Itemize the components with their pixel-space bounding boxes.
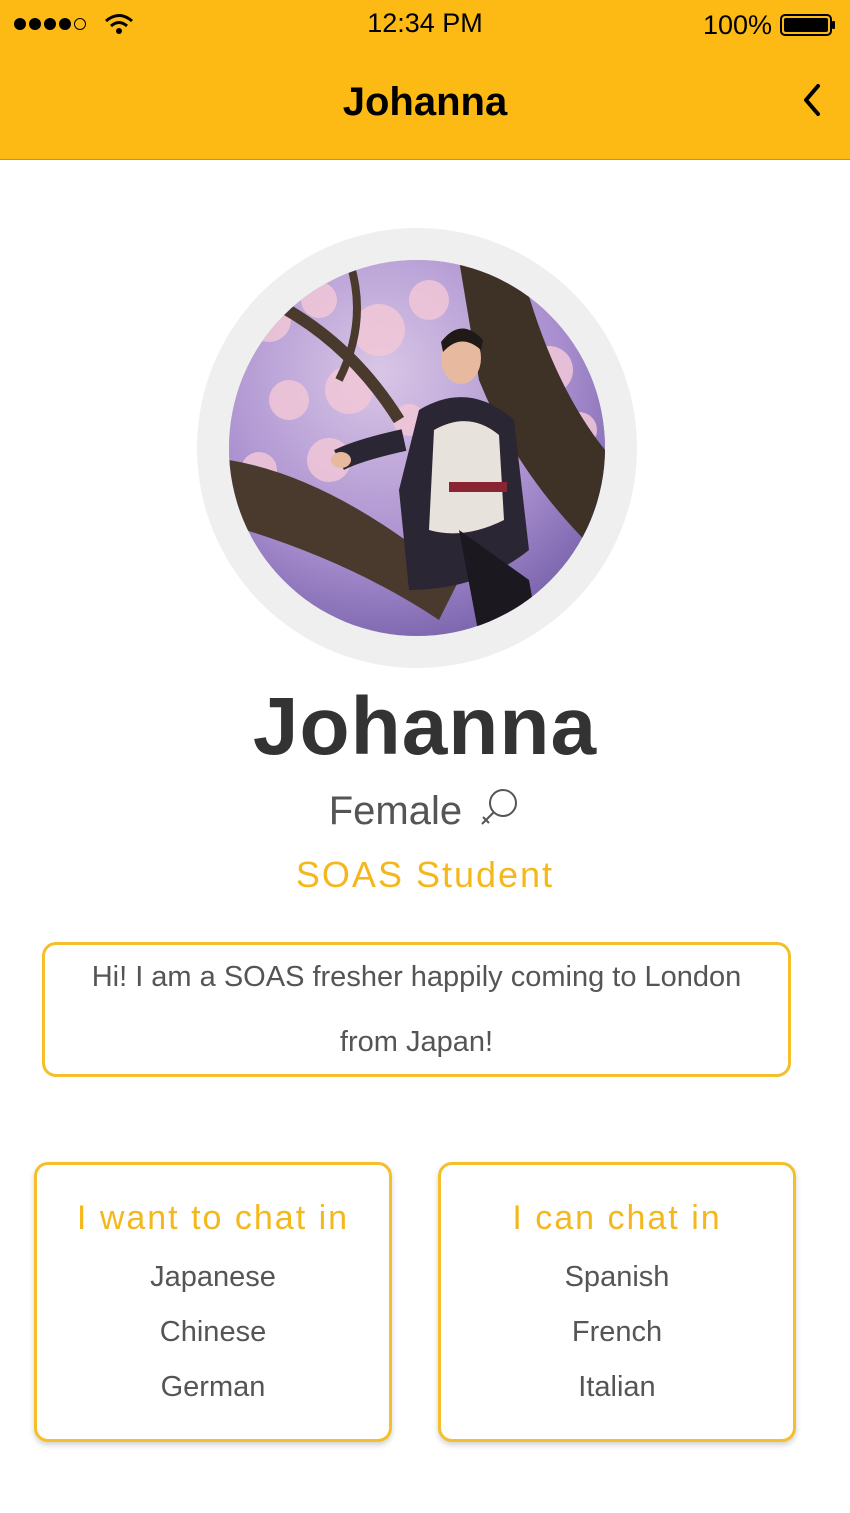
status-bar: 12:34 PM 100% [0, 0, 850, 52]
female-symbol-icon [481, 789, 518, 825]
chevron-left-icon[interactable] [798, 80, 828, 120]
language-item: French [571, 1316, 663, 1348]
battery-percentage: 100% [702, 10, 772, 40]
gender-label: Female [328, 789, 463, 833]
battery-icon [780, 14, 835, 36]
nav-bar: Johanna [0, 52, 850, 160]
role-label: SOAS Student [295, 854, 555, 895]
can-chat-card: I can chat in Spanish French Italian [438, 1162, 796, 1442]
gender-row: Female [0, 786, 850, 834]
bio-text: Hi! I am a SOAS fresher happily coming t… [91, 961, 742, 1058]
avatar[interactable] [229, 260, 605, 636]
language-item: German [160, 1371, 266, 1403]
nav-title: Johanna [342, 80, 508, 124]
language-item: Spanish [564, 1261, 670, 1293]
want-to-chat-title: I want to chat in [76, 1199, 350, 1237]
avatar-photo [229, 260, 605, 636]
can-chat-list: Spanish French Italian [441, 1250, 793, 1415]
profile-name: Johanna [252, 681, 598, 772]
can-chat-title: I can chat in [512, 1199, 722, 1237]
want-to-chat-list: Japanese Chinese German [37, 1250, 389, 1415]
language-item: Japanese [150, 1261, 276, 1293]
language-item: Italian [578, 1371, 656, 1403]
want-to-chat-card: I want to chat in Japanese Chinese Germa… [34, 1162, 392, 1442]
bio-box: Hi! I am a SOAS fresher happily coming t… [42, 942, 791, 1077]
language-item: Chinese [159, 1316, 267, 1348]
